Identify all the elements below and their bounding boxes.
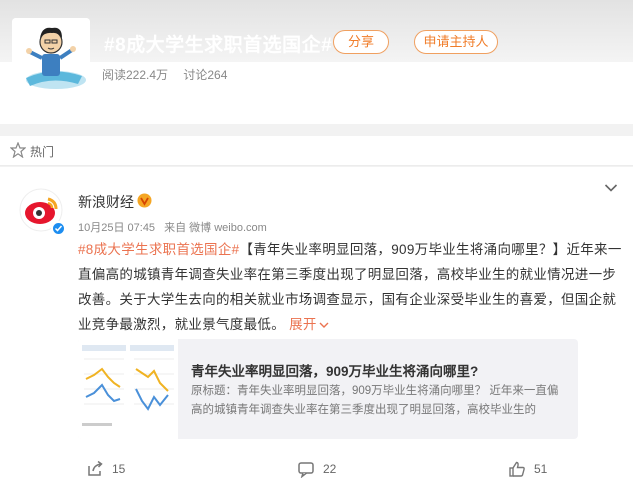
article-thumbnail — [78, 339, 178, 439]
read-count: 阅读222.4万 — [102, 68, 169, 82]
post-hashtag[interactable]: #8成大学生求职首选国企# — [78, 242, 239, 257]
discussion-count: 讨论264 — [183, 68, 228, 82]
share-button[interactable]: 分享 — [333, 30, 389, 54]
apply-host-button[interactable]: 申请主持人 — [414, 30, 498, 54]
article-description: 原标题：青年失业率明显回落，909万毕业生将涌向哪里？ 近年来一直偏高的城镇青年… — [191, 385, 559, 416]
post-source: 来自 微博 weibo.com — [164, 222, 267, 234]
topic-avatar — [12, 18, 90, 96]
topic-title: #8成大学生求职首选国企# — [104, 35, 333, 56]
chevron-down-icon — [319, 322, 329, 328]
expand-label: 展开 — [289, 317, 317, 332]
hot-tab-bar: 热门 — [0, 136, 633, 166]
post-card: 新浪财经 10月25日 07:45 来自 微博 weibo.com #8成大学生… — [0, 167, 633, 494]
article-title: 青年失业率明显回落，909万毕业生将涌向哪里? — [191, 364, 479, 379]
post-body: #8成大学生求职首选国企#【青年失业率明显回落，909万毕业生将涌向哪里？】近年… — [78, 237, 624, 337]
topic-header: #8成大学生求职首选国企# 分享 申请主持人 阅读222.4万 讨论264 — [0, 0, 633, 124]
chevron-down-icon[interactable] — [604, 183, 618, 193]
hot-icon — [10, 142, 26, 158]
link-card[interactable]: 青年失业率明显回落，909万毕业生将涌向哪里? 原标题：青年失业率明显回落，90… — [78, 339, 578, 439]
expand-link[interactable]: 展开 — [289, 317, 329, 332]
repost-icon — [88, 460, 103, 476]
author-name[interactable]: 新浪财经 — [78, 192, 134, 212]
comment-count: 22 — [323, 462, 337, 476]
topic-stats: 阅读222.4万 讨论264 — [102, 66, 239, 83]
post-meta: 10月25日 07:45 来自 微博 weibo.com — [78, 219, 273, 235]
vip-badge-icon — [137, 193, 152, 208]
thumbs-up-icon — [509, 461, 525, 477]
like-count: 51 — [534, 462, 548, 476]
tab-hot[interactable]: 热门 — [30, 143, 54, 160]
repost-count: 15 — [112, 462, 126, 476]
verified-icon — [51, 221, 66, 236]
comment-icon — [298, 462, 314, 478]
post-time[interactable]: 10月25日 07:45 — [78, 222, 155, 234]
